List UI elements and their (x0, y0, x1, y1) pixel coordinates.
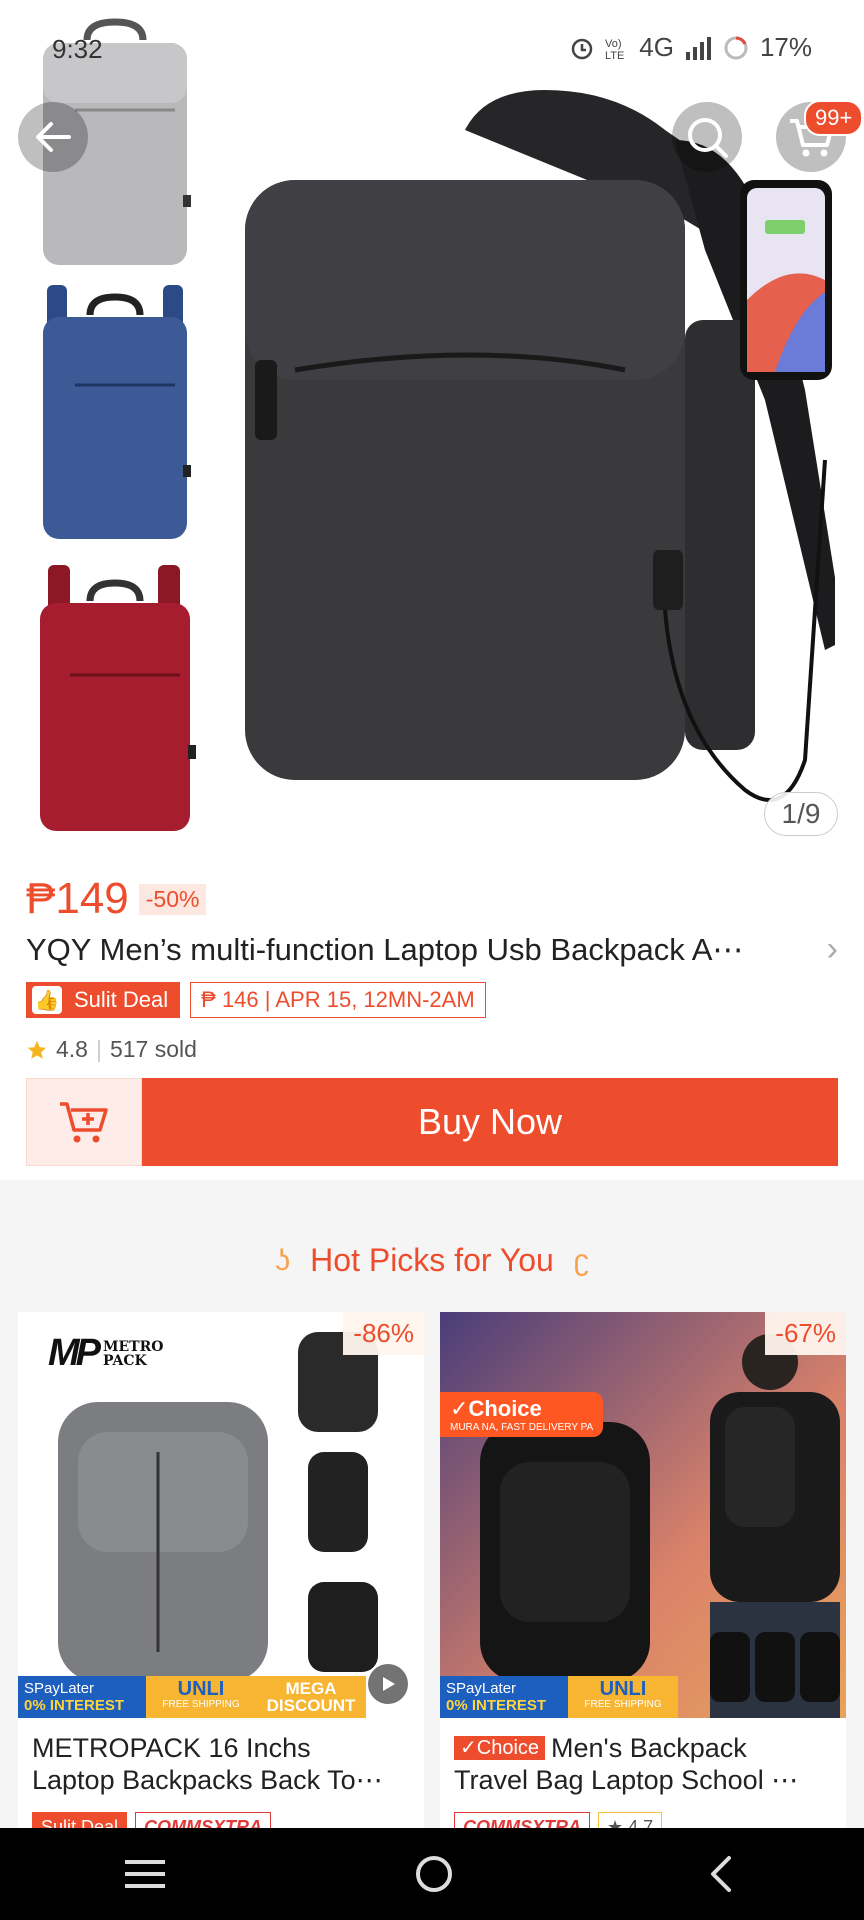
card-discount: -86% (343, 1312, 424, 1355)
back-arrow-icon (36, 122, 71, 152)
metropack-logo: MP METRO PACK (48, 1332, 164, 1374)
add-to-cart-button[interactable] (26, 1078, 142, 1166)
interest-label: 0% INTEREST (24, 1697, 125, 1714)
blue-backpack-image (43, 285, 191, 539)
product-info: ₱149 -50% YQY Men’s multi-function Lapto… (0, 850, 864, 1180)
svg-text:Vo): Vo) (605, 38, 622, 50)
status-time: 9:32 (52, 34, 103, 64)
card-discount: -67% (765, 1312, 846, 1355)
rating-value: 4.8 (56, 1036, 88, 1062)
search-icon (688, 118, 728, 158)
hot-picks-section: ʖ Hot Picks for You ʗ MP METROPACK -86% (0, 1202, 864, 1832)
title-line-2: Travel Bag Laptop School ⋯ (454, 1765, 799, 1795)
hot-picks-header: ʖ Hot Picks for You ʗ (0, 1242, 864, 1279)
home-circle-icon[interactable] (412, 1852, 456, 1896)
battery-ring-icon (724, 36, 748, 59)
spaylater-promo: SPayLater 0% INTEREST (18, 1676, 146, 1718)
swirl-right-icon: ʗ (573, 1243, 589, 1277)
hot-pick-title: METROPACK 16 Inchs Laptop Backpacks Back… (32, 1732, 412, 1796)
spaylater-label: SPayLater (24, 1680, 95, 1697)
add-to-cart-icon (60, 1102, 108, 1143)
choice-ribbon: ✓Choice MURA NA, FAST DELIVERY PA (440, 1392, 604, 1437)
mega-discount-promo: MEGA DISCOUNT (256, 1676, 366, 1718)
back-chevron-icon[interactable] (701, 1852, 741, 1896)
price-row: ₱149 -50% (26, 874, 207, 924)
discount-badge: -50% (138, 883, 207, 915)
rating-divider: | (95, 1036, 102, 1062)
spaylater-promo: SPayLater 0% INTEREST (440, 1676, 568, 1718)
thumbnail-blue-backpack[interactable] (30, 280, 200, 545)
menu-icon[interactable] (123, 1856, 167, 1892)
search-button[interactable] (672, 102, 742, 172)
title-line-1: Men's Backpack (551, 1733, 747, 1763)
discount-label: DISCOUNT (266, 1696, 356, 1715)
unli-label: UNLI (599, 1678, 647, 1700)
sulit-deal-badge[interactable]: 👍 Sulit Deal (26, 982, 181, 1018)
buy-now-button[interactable]: Buy Now (142, 1078, 838, 1166)
promo-strip: SPayLater 0% INTEREST UNLI FREE SHIPPING (440, 1676, 846, 1718)
flash-price-badge[interactable]: ₱ 146 | APR 15, 12MN-2AM (190, 982, 486, 1018)
brand-line-2: PACK (103, 1352, 147, 1369)
thumbnail-red-backpack[interactable] (30, 560, 200, 835)
choice-ribbon-subtitle: MURA NA, FAST DELIVERY PA (450, 1422, 594, 1433)
hot-pick-title: ✓Choice Men's Backpack Travel Bag Laptop … (454, 1732, 834, 1796)
cart-count-badge: 99+ (804, 100, 864, 136)
red-backpack-image (40, 565, 196, 831)
choice-ribbon-title: ✓Choice (450, 1396, 542, 1421)
free-shipping-label: FREE SHIPPING (162, 1699, 240, 1710)
unli-shipping-promo: UNLI FREE SHIPPING (146, 1676, 256, 1718)
purchase-bar: Buy Now (26, 1078, 838, 1166)
product-title: YQY Men’s multi-function Laptop Usb Back… (26, 931, 744, 967)
interest-label: 0% INTEREST (446, 1697, 547, 1714)
battery-percent: 17% (759, 32, 812, 62)
title-line-1: METROPACK 16 Inchs (32, 1733, 311, 1763)
svg-text:LTE: LTE (605, 50, 624, 61)
hot-pick-card[interactable]: ✓Choice MURA NA, FAST DELIVERY PA -67% S… (440, 1312, 846, 1832)
product-title-row[interactable]: YQY Men’s multi-function Laptop Usb Back… (26, 930, 838, 969)
unli-label: UNLI (177, 1678, 225, 1700)
free-shipping-label: FREE SHIPPING (584, 1699, 662, 1710)
black-backpack-model-image (440, 1312, 846, 1718)
signal-icon (685, 36, 711, 60)
image-counter: 1/9 (764, 792, 838, 836)
rating-row: 4.8 | 517 sold (26, 1036, 197, 1063)
sold-count: 517 sold (109, 1036, 197, 1062)
title-line-2: Laptop Backpacks Back To⋯ (32, 1765, 383, 1795)
thumbs-up-icon: 👍 (32, 986, 62, 1014)
system-navigation-bar (0, 1828, 864, 1920)
black-backpack-image (245, 90, 845, 802)
choice-tag: ✓Choice (454, 1736, 546, 1760)
hot-picks-title: Hot Picks for You (310, 1242, 554, 1278)
product-gallery[interactable]: 9:32 Vo) LTE 4G 17% 99+ 1/9 (0, 0, 864, 850)
swirl-left-icon: ʖ (275, 1243, 291, 1277)
product-price: ₱149 (26, 874, 129, 923)
spaylater-label: SPayLater (446, 1680, 517, 1697)
promo-strip: SPayLater 0% INTEREST UNLI FREE SHIPPING M… (18, 1676, 424, 1718)
unli-shipping-promo: UNLI FREE SHIPPING (568, 1676, 678, 1718)
hot-pick-image: MP METRO PACK -86% SPayLater 0% INTEREST U… (18, 1312, 424, 1718)
volte-icon: Vo)LTE (605, 38, 624, 61)
chevron-right-icon: › (826, 930, 838, 968)
star-icon (27, 1040, 47, 1059)
sulit-deal-label: Sulit Deal (74, 987, 169, 1012)
hot-pick-image: ✓Choice MURA NA, FAST DELIVERY PA -67% S… (440, 1312, 846, 1718)
deal-badges: 👍 Sulit Deal ₱ 146 | APR 15, 12MN-2AM (26, 982, 486, 1018)
mega-label: MEGA (285, 1679, 337, 1698)
hot-pick-card[interactable]: MP METRO PACK -86% SPayLater 0% INTEREST U… (18, 1312, 424, 1832)
alarm-icon (572, 38, 593, 59)
main-product-image[interactable] (235, 70, 845, 830)
network-type: 4G (639, 32, 674, 62)
back-button[interactable] (18, 102, 88, 172)
status-icons: Vo) LTE 4G 17% (569, 32, 812, 63)
